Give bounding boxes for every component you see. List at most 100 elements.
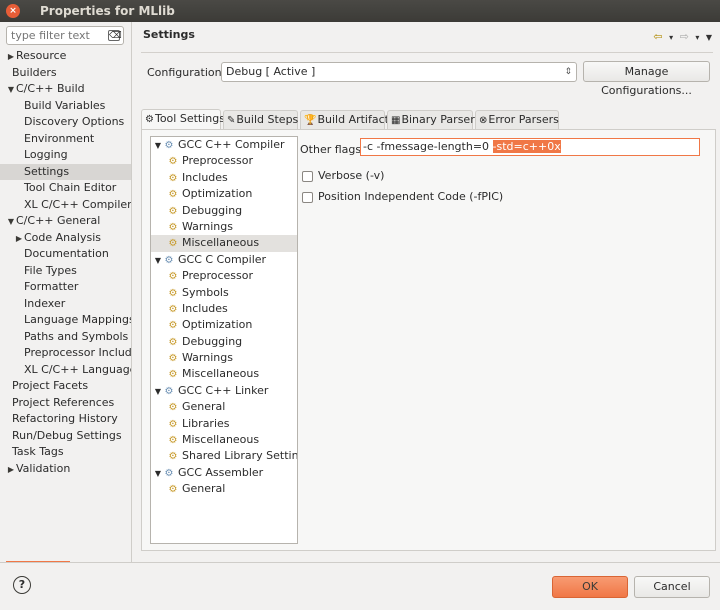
collapsed-arrow-icon[interactable]: ▶: [6, 462, 16, 478]
tab-build-steps[interactable]: ✎Build Steps: [223, 110, 298, 129]
view-menu-icon[interactable]: ▼: [706, 33, 712, 42]
sidebar-item[interactable]: Indexer: [0, 296, 131, 313]
tool-option-item[interactable]: ⚙ General: [151, 399, 297, 415]
tool-option-item[interactable]: ⚙ Warnings: [151, 219, 297, 235]
tool-option-item[interactable]: ⚙ Includes: [151, 301, 297, 317]
sidebar-item[interactable]: Formatter: [0, 279, 131, 296]
tool-option-item[interactable]: ⚙ Includes: [151, 170, 297, 186]
sidebar-item[interactable]: Discovery Options: [0, 114, 131, 131]
sidebar-item[interactable]: Environment: [0, 131, 131, 148]
tool-option-item[interactable]: ⚙ Debugging: [151, 203, 297, 219]
sidebar-item-label: XL C/C++ Compiler: [24, 197, 132, 211]
sidebar-item[interactable]: Settings: [0, 163, 131, 180]
fpic-checkbox[interactable]: [302, 191, 313, 203]
tool-option-item[interactable]: ⚙ General: [151, 481, 297, 497]
manage-configurations-button[interactable]: Manage Configurations...: [583, 61, 710, 97]
collapsed-arrow-icon[interactable]: ▶: [14, 231, 24, 247]
tool-option-item[interactable]: ⚙ Preprocessor: [151, 268, 297, 284]
expanded-arrow-icon[interactable]: ▼: [153, 466, 163, 481]
tool-option-item[interactable]: ⚙ Shared Library Settings: [151, 448, 297, 464]
filter-input[interactable]: [7, 27, 99, 44]
configuration-select[interactable]: Debug [ Active ] ⇕: [221, 62, 577, 82]
tool-category[interactable]: ▼ ⚙ GCC Assembler: [151, 465, 297, 481]
tool-option-item[interactable]: ⚙ Miscellaneous: [151, 235, 297, 252]
sidebar-item[interactable]: Preprocessor Include: [0, 345, 131, 362]
tool-option-item[interactable]: ⚙ Preprocessor: [151, 153, 297, 169]
help-icon[interactable]: ?: [13, 576, 31, 594]
tool-option-item[interactable]: ⚙ Miscellaneous: [151, 432, 297, 448]
sidebar-item-label: Environment: [24, 131, 95, 145]
sidebar-item[interactable]: Logging: [0, 147, 131, 164]
tab-binary-parsers[interactable]: ▦Binary Parsers: [387, 110, 480, 129]
back-dropdown-icon[interactable]: ▾: [669, 33, 673, 42]
tool-option-item[interactable]: ⚙ Symbols: [151, 285, 297, 301]
sidebar-item[interactable]: ▼ C/C++ Build: [0, 81, 131, 98]
clear-filter-icon[interactable]: ⌫: [108, 30, 122, 41]
tab-label: Error Parsers: [488, 113, 559, 126]
tree-item-label: Optimization: [182, 318, 253, 332]
tool-option-item[interactable]: ⚙ Warnings: [151, 350, 297, 366]
sidebar-item-label: Run/Debug Settings: [12, 428, 122, 442]
tool-option-item[interactable]: ⚙ Optimization: [151, 186, 297, 202]
sidebar-item[interactable]: Language Mappings: [0, 312, 131, 329]
forward-dropdown-icon[interactable]: ▾: [695, 33, 699, 42]
sidebar-item[interactable]: File Types: [0, 263, 131, 280]
sidebar-item[interactable]: Project Facets: [0, 378, 131, 395]
close-window-icon[interactable]: ×: [6, 4, 20, 18]
verbose-checkbox[interactable]: [302, 170, 313, 182]
forward-arrow-icon[interactable]: ⇨: [680, 30, 689, 43]
verbose-label: Verbose (-v): [318, 169, 385, 182]
sidebar-item[interactable]: Run/Debug Settings: [0, 428, 131, 445]
tab-tool-settings[interactable]: ⚙Tool Settings: [141, 109, 225, 129]
verbose-option[interactable]: Verbose (-v): [302, 168, 384, 184]
tool-option-item[interactable]: ⚙ Optimization: [151, 317, 297, 333]
sidebar-item[interactable]: ▶ Validation: [0, 461, 131, 478]
cancel-button[interactable]: Cancel: [634, 576, 710, 598]
sidebar-item-label: Paths and Symbols: [24, 329, 129, 343]
sidebar-item[interactable]: ▶ Code Analysis: [0, 230, 131, 247]
sidebar-item[interactable]: XL C/C++ Compiler: [0, 197, 132, 214]
sidebar-item[interactable]: Refactoring History: [0, 411, 131, 428]
sidebar-item-label: Documentation: [24, 247, 109, 260]
expanded-arrow-icon[interactable]: ▼: [153, 384, 163, 399]
tool-settings-panel: ▼ ⚙ GCC C++ Compiler ⚙ Preprocessor ⚙ Includes…: [141, 129, 716, 551]
sidebar-item[interactable]: Task Tags: [0, 444, 131, 461]
tab-label: Build Steps: [236, 113, 299, 126]
sidebar-item[interactable]: Tool Chain Editor: [0, 180, 131, 197]
tab-build-artifact[interactable]: 🏆Build Artifact: [300, 110, 389, 129]
sidebar-item[interactable]: XL C/C++ Language C: [0, 362, 131, 379]
tool-category[interactable]: ▼ ⚙ GCC C++ Linker: [151, 383, 297, 399]
option-gear-icon: ⚙: [168, 369, 178, 381]
sidebar-item[interactable]: Build Variables: [0, 98, 131, 115]
expanded-arrow-icon[interactable]: ▼: [6, 214, 16, 230]
tool-option-item[interactable]: ⚙ Debugging: [151, 334, 297, 350]
sidebar-item-label: Formatter: [24, 280, 79, 293]
sidebar-item[interactable]: ▼ C/C++ General: [0, 213, 131, 230]
tool-option-item[interactable]: ⚙ Libraries: [151, 416, 297, 432]
tab-icon: 🏆: [304, 115, 317, 126]
tab-error-parsers[interactable]: ⊗Error Parsers: [475, 110, 559, 129]
sidebar-item[interactable]: Builders: [0, 65, 131, 82]
tool-option-item[interactable]: ⚙ Miscellaneous: [151, 366, 297, 382]
expanded-arrow-icon[interactable]: ▼: [6, 82, 16, 98]
tool-category[interactable]: ▼ ⚙ GCC C Compiler: [151, 252, 297, 268]
tool-category[interactable]: ▼ ⚙ GCC C++ Compiler: [151, 137, 297, 153]
sidebar-item[interactable]: Documentation: [0, 246, 131, 263]
fpic-option[interactable]: Position Independent Code (-fPIC): [302, 189, 503, 205]
option-gear-icon: ⚙: [168, 287, 178, 299]
tree-item-label: Optimization: [182, 187, 253, 201]
sidebar-item[interactable]: ▶ Resource: [0, 48, 131, 65]
option-gear-icon: ⚙: [168, 156, 178, 168]
configuration-label: Configuration:: [147, 66, 226, 79]
back-arrow-icon[interactable]: ⇦: [653, 30, 662, 43]
sidebar-item[interactable]: Paths and Symbols: [0, 329, 131, 346]
collapsed-arrow-icon[interactable]: ▶: [6, 49, 16, 65]
sidebar-item-label: Settings: [24, 164, 70, 178]
sidebar-item[interactable]: Project References: [0, 395, 131, 412]
expanded-arrow-icon[interactable]: ▼: [153, 138, 163, 153]
tab-icon: ▦: [391, 115, 401, 126]
ok-button[interactable]: OK: [552, 576, 628, 598]
other-flags-input[interactable]: -c -fmessage-length=0 -std=c++0x: [360, 138, 700, 156]
page-title: Settings: [143, 28, 195, 41]
expanded-arrow-icon[interactable]: ▼: [153, 253, 163, 268]
